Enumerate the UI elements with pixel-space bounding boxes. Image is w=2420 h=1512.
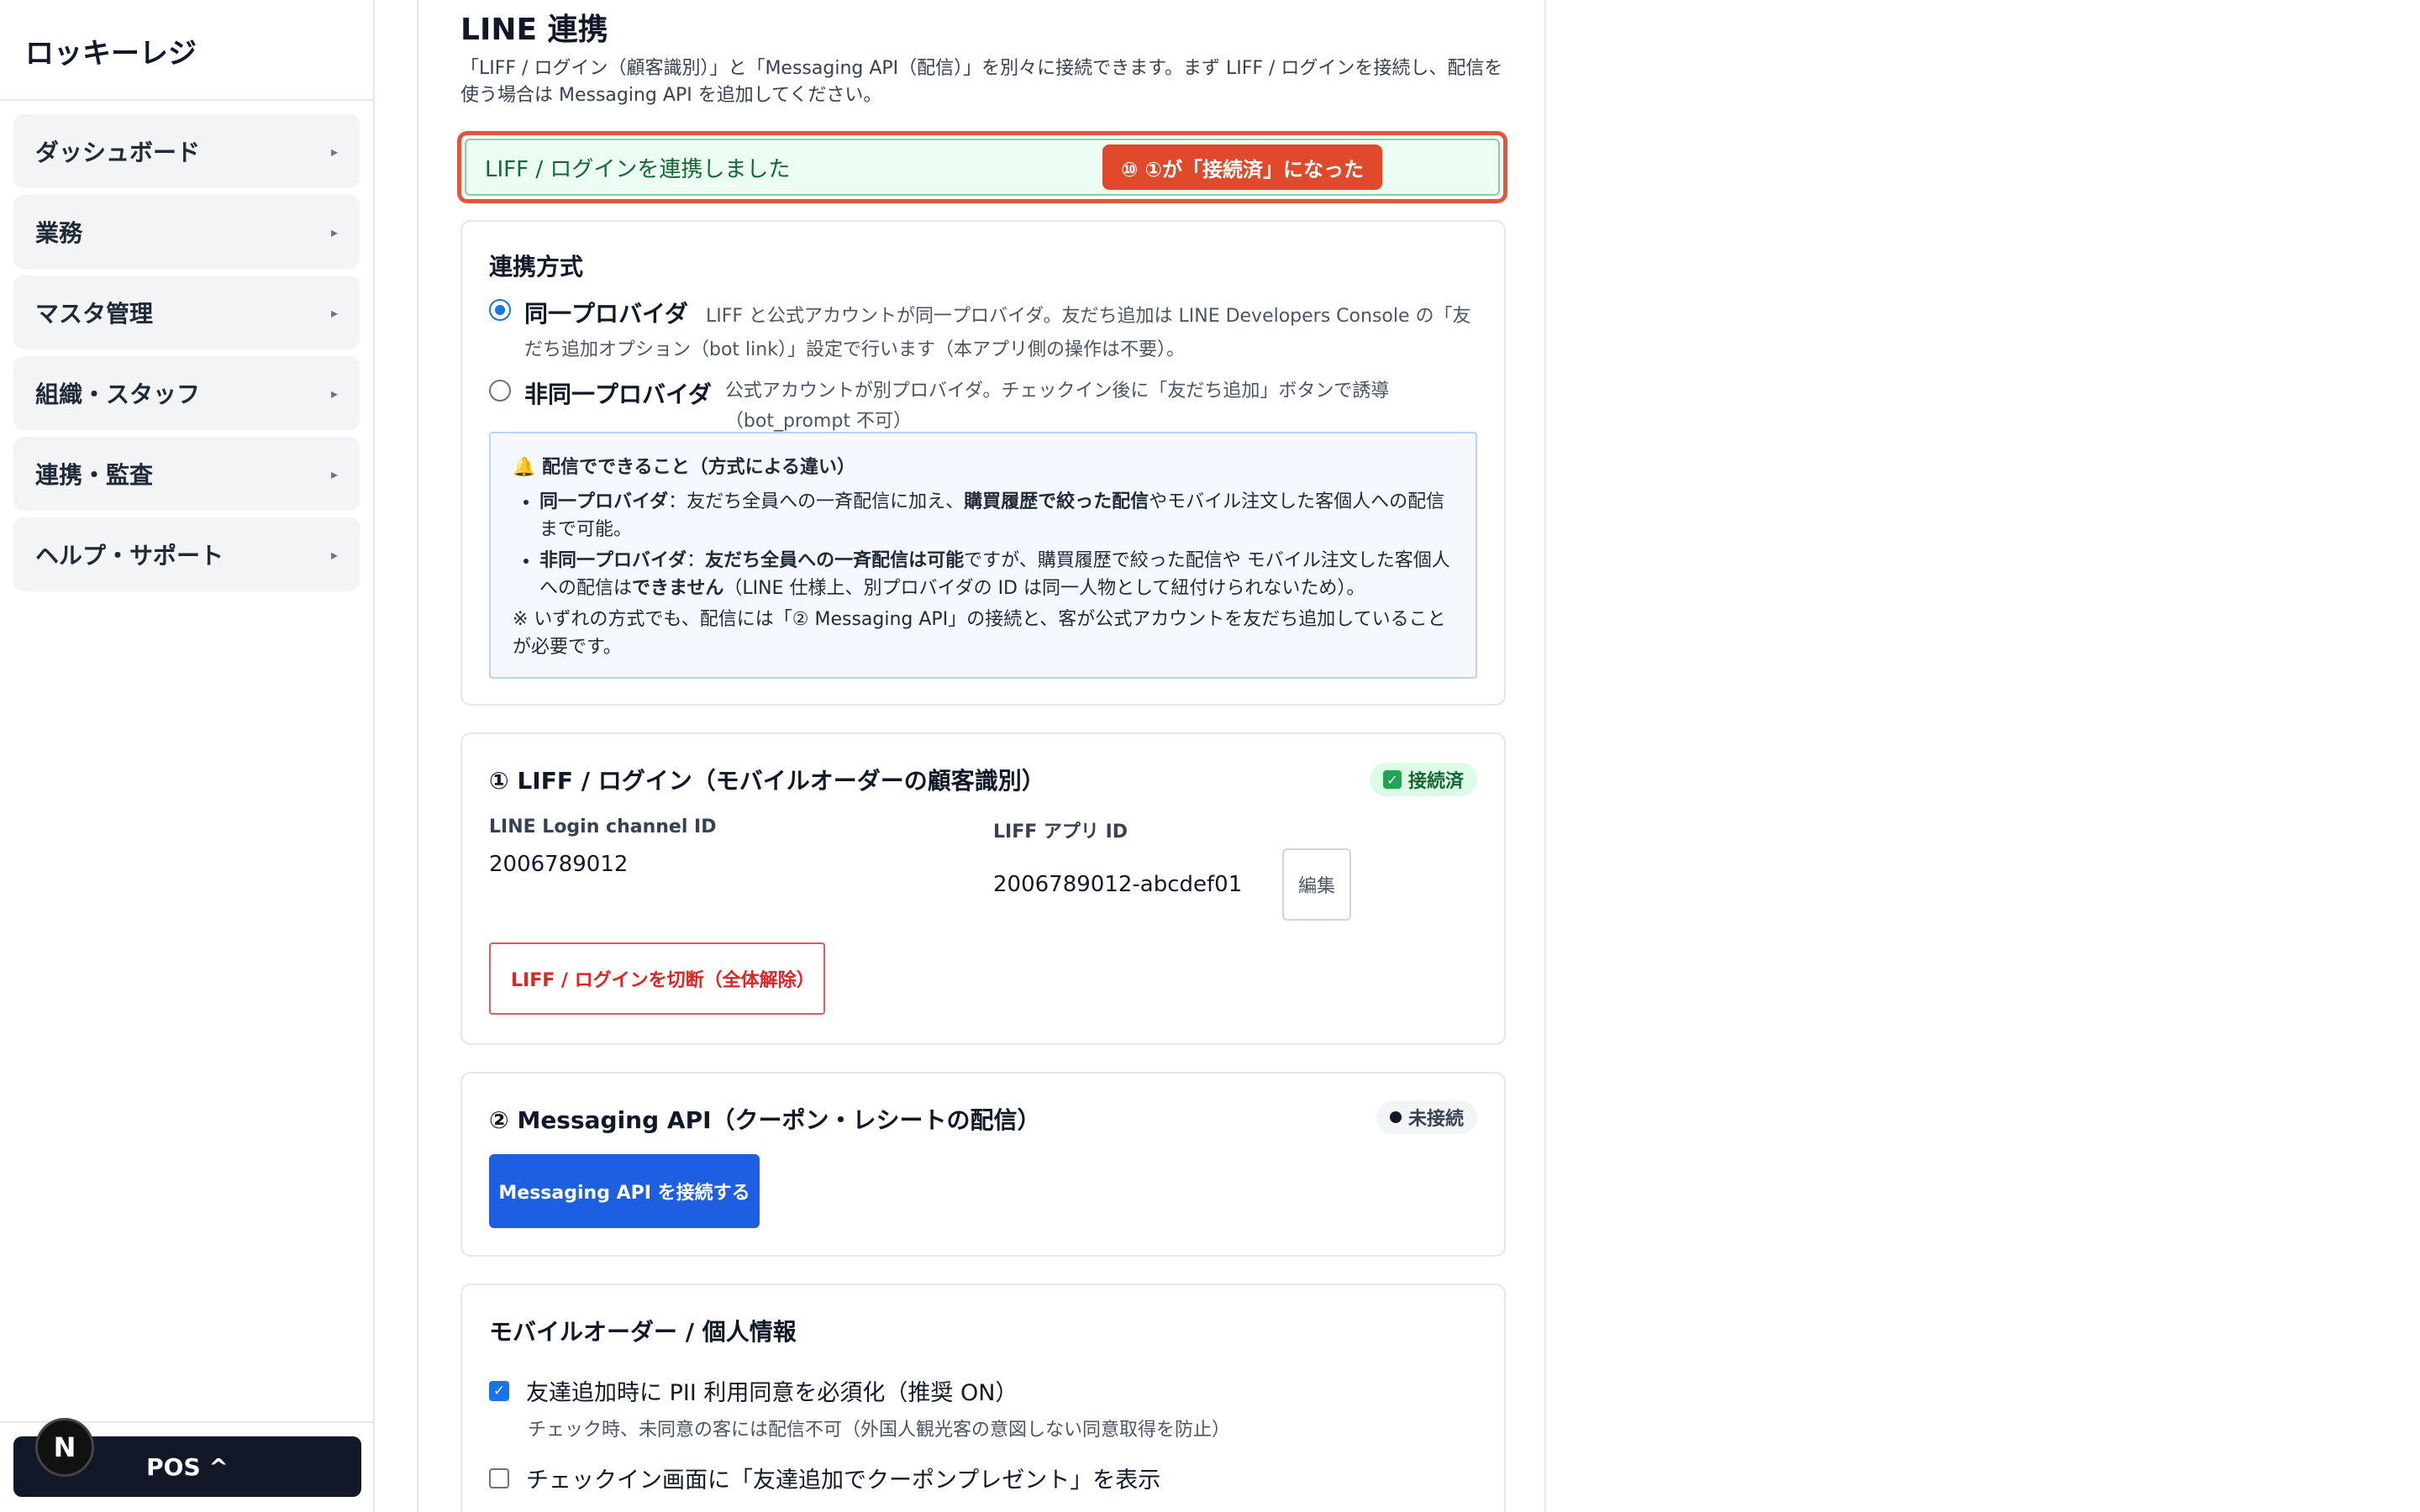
channel-id-value: 2006789012 (489, 852, 629, 877)
info-strong: 同一プロバイダ (539, 491, 669, 512)
messaging-heading: ② Messaging API（クーポン・レシートの配信） (489, 1106, 1041, 1134)
radio-label: 同一プロバイダ (524, 300, 688, 328)
info-text: ：友だち全員への一斉配信に加え、 (668, 491, 965, 512)
page-description: 「LIFF / ログイン（顧客識別）」と「Messaging API（配信）」を… (460, 58, 1503, 106)
sidebar-item-operations[interactable]: 業務 ▸ (13, 195, 360, 269)
sidebar-item-integration[interactable]: 連携・監査 ▸ (13, 437, 360, 511)
mobile-order-card: モバイルオーダー / 個人情報 ✓ 友達追加時に PII 利用同意を必須化（推奨… (460, 1284, 1506, 1512)
checkbox-checked-icon[interactable]: ✓ (489, 1380, 509, 1401)
status-badge: 未接続 (1376, 1100, 1477, 1134)
annotation-callout: ⑩ ①が「接続済」になった (1102, 144, 1382, 190)
radio-same-provider[interactable] (489, 299, 511, 321)
info-text: （LINE 仕様上、別プロバイダの ID は同一人物として紐付けられないため）。 (723, 578, 1365, 599)
channel-id-label: LINE Login channel ID (489, 816, 717, 837)
sidebar: ロッキーレジ ダッシュボード ▸ 業務 ▸ マスタ管理 ▸ 組織・スタッフ ▸ … (0, 0, 375, 1512)
sidebar-nav: ダッシュボード ▸ 業務 ▸ マスタ管理 ▸ 組織・スタッフ ▸ 連携・監査 ▸… (0, 101, 373, 591)
method-heading: 連携方式 (489, 253, 584, 281)
radio-desc: 公式アカウントが別プロバイダ。チェックイン後に「友だち追加」ボタンで誘導（bot… (724, 381, 1390, 432)
radio-label: 非同一プロバイダ (524, 381, 712, 408)
caret-right-icon: ▸ (330, 223, 338, 240)
next-logo-icon[interactable]: N (35, 1418, 94, 1477)
info-title: 🔔 配信でできること（方式による違い） (513, 457, 855, 478)
sidebar-item-label: マスタ管理 (35, 300, 154, 328)
method-option-different[interactable]: 非同一プロバイダ 公式アカウントが別プロバイダ。チェックイン後に「友だち追加」ボ… (489, 376, 1504, 437)
info-item: 同一プロバイダ：友だち全員への一斉配信に加え、購買履歴で絞った配信やモバイル注文… (539, 488, 1454, 543)
method-card: 連携方式 同一プロバイダ LIFF と公式アカウントが同一プロバイダ。友だち追加… (460, 220, 1506, 706)
pos-button-label: POS ^ (146, 1452, 229, 1481)
main-content: LINE 連携 「LIFF / ログイン（顧客識別）」と「Messaging A… (417, 0, 1546, 1512)
liff-heading: ① LIFF / ログイン（モバイルオーダーの顧客識別） (489, 767, 1045, 795)
checkbox-label: 友達追加時に PII 利用同意を必須化（推奨 ON） (526, 1380, 1018, 1406)
info-strong: 友だち全員への一斉配信は可能 (705, 550, 965, 571)
status-badge: ✓ 接続済 (1369, 763, 1477, 796)
friend-coupon-option[interactable]: チェックイン画面に「友達追加でクーポンプレゼント」を表示 (489, 1462, 1160, 1494)
mobile-order-heading: モバイルオーダー / 個人情報 (489, 1318, 797, 1346)
disconnect-liff-button[interactable]: LIFF / ログインを切断（全体解除） (489, 942, 825, 1015)
caret-right-icon: ▸ (330, 304, 338, 321)
status-text: 接続済 (1407, 771, 1464, 792)
checkbox-help: チェック時、未同意の客には配信不可（外国人観光客の意図しない同意取得を防止） (528, 1420, 1231, 1441)
caret-right-icon: ▸ (330, 143, 338, 160)
edit-button[interactable]: 編集 (1282, 848, 1351, 921)
sidebar-item-dashboard[interactable]: ダッシュボード ▸ (13, 114, 360, 188)
delivery-info-box: 🔔 配信でできること（方式による違い） 同一プロバイダ：友だち全員への一斉配信に… (489, 432, 1477, 679)
checkbox[interactable] (489, 1467, 509, 1488)
sidebar-item-organization[interactable]: 組織・スタッフ ▸ (13, 356, 360, 430)
sidebar-item-help[interactable]: ヘルプ・サポート ▸ (13, 517, 360, 591)
sidebar-item-label: 組織・スタッフ (35, 381, 201, 408)
check-icon: ✓ (1382, 770, 1402, 789)
checkbox-label: チェックイン画面に「友達追加でクーポンプレゼント」を表示 (526, 1467, 1161, 1494)
caret-right-icon: ▸ (330, 465, 338, 482)
sidebar-item-master[interactable]: マスタ管理 ▸ (13, 276, 360, 349)
info-text: ： (687, 550, 706, 571)
info-list: 同一プロバイダ：友だち全員への一斉配信に加え、購買履歴で絞った配信やモバイル注文… (513, 488, 1454, 602)
page-title: LINE 連携 (460, 13, 608, 47)
info-item: 非同一プロバイダ：友だち全員への一斉配信は可能ですが、購買履歴で絞った配信や モ… (539, 547, 1454, 602)
status-text: 未接続 (1407, 1109, 1464, 1130)
sidebar-item-label: ヘルプ・サポート (35, 542, 224, 570)
sidebar-item-label: 連携・監査 (35, 461, 154, 489)
pii-consent-option[interactable]: ✓ 友達追加時に PII 利用同意を必須化（推奨 ON） (489, 1374, 1018, 1407)
info-strong: 購買履歴で絞った配信 (964, 491, 1150, 512)
info-note: ※ いずれの方式でも、配信には「② Messaging API」の接続と、客が公… (513, 609, 1446, 658)
caret-right-icon: ▸ (330, 385, 338, 402)
liff-card: ① LIFF / ログイン（モバイルオーダーの顧客識別） ✓ 接続済 LINE … (460, 732, 1506, 1045)
info-strong: できません (632, 578, 724, 599)
messaging-api-card: ② Messaging API（クーポン・レシートの配信） 未接続 Messag… (460, 1072, 1506, 1257)
dot-icon (1389, 1111, 1402, 1123)
radio-different-provider[interactable] (489, 380, 511, 402)
sidebar-item-label: ダッシュボード (35, 139, 201, 166)
sidebar-item-label: 業務 (35, 219, 83, 247)
liff-app-id-value: 2006789012-abcdef01 (993, 872, 1243, 897)
app-brand: ロッキーレジ (0, 0, 373, 101)
liff-app-id-label: LIFF アプリ ID (993, 822, 1128, 843)
caret-right-icon: ▸ (330, 546, 338, 563)
connect-messaging-api-button[interactable]: Messaging API を接続する (489, 1154, 760, 1228)
info-strong: 非同一プロバイダ (539, 550, 687, 571)
method-option-same[interactable]: 同一プロバイダ LIFF と公式アカウントが同一プロバイダ。友だち追加は LIN… (489, 296, 1481, 367)
